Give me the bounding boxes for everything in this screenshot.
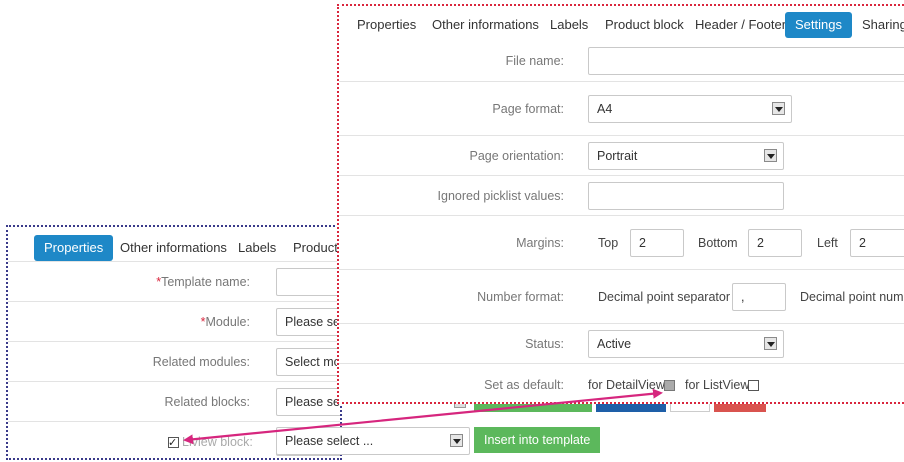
module-row: *Module: Please se — [8, 301, 340, 341]
tab-product-block[interactable]: Product b — [283, 235, 340, 261]
related-blocks-row: Related blocks: Please se — [8, 381, 340, 421]
set-default-label: Set as default: — [484, 378, 564, 392]
tab-header-footer[interactable]: Header / Footer — [685, 12, 796, 38]
chevron-down-icon — [772, 102, 785, 115]
page-orientation-select[interactable]: Portrait — [588, 142, 784, 170]
module-label: *Module: — [200, 315, 250, 329]
related-blocks-select[interactable]: Please se — [276, 388, 340, 416]
related-modules-select[interactable]: Select mo — [276, 348, 340, 376]
number-format-label: Number format: — [477, 290, 564, 304]
file-name-row: File name: — [339, 41, 904, 81]
related-blocks-label: Related blocks: — [164, 395, 250, 409]
listview-checkbox[interactable] — [748, 380, 759, 391]
margin-bottom-label: Bottom — [698, 236, 738, 250]
file-name-input[interactable] — [588, 47, 904, 75]
module-select[interactable]: Please se — [276, 308, 340, 336]
margins-label: Margins: — [516, 236, 564, 250]
ignored-picklist-row: Ignored picklist values: — [339, 175, 904, 215]
template-name-label: *Template name: — [156, 275, 250, 289]
decimal-separator-label: Decimal point separator — [598, 290, 731, 304]
page-format-value: A4 — [597, 102, 613, 116]
green-button-strip — [474, 404, 592, 412]
ignored-picklist-label: Ignored picklist values: — [437, 189, 564, 203]
checkmark-icon: ✓ — [168, 437, 178, 449]
margin-bottom-input[interactable]: 2 — [748, 229, 802, 257]
chevron-down-icon — [764, 337, 777, 350]
margin-left-label: Left — [817, 236, 838, 250]
properties-panel: Properties Other informations Labels Pro… — [6, 225, 342, 460]
tab-sharing[interactable]: Sharing — [852, 12, 904, 38]
set-default-row: Set as default: for DetailView for ListV… — [339, 363, 904, 402]
tab-properties[interactable]: Properties — [347, 12, 426, 38]
ignored-picklist-input[interactable] — [588, 182, 784, 210]
red-button-strip — [714, 404, 766, 412]
margin-top-input[interactable]: 2 — [630, 229, 684, 257]
detailview-label: for DetailView — [588, 378, 665, 392]
listview-label: for ListView — [685, 378, 750, 392]
status-row: Status: Active — [339, 323, 904, 363]
margin-left-input[interactable]: 2 — [850, 229, 904, 257]
properties-tab-bar: Properties Other informations Labels Pro… — [8, 233, 340, 263]
page-orientation-row: Page orientation: Portrait — [339, 135, 904, 175]
tab-product-block[interactable]: Product block — [595, 12, 694, 38]
tab-other-informations[interactable]: Other informations — [422, 12, 549, 38]
tab-settings[interactable]: Settings — [785, 12, 852, 38]
page-orientation-label: Page orientation: — [469, 149, 564, 163]
page-format-label: Page format: — [492, 102, 564, 116]
tab-labels[interactable]: Labels — [540, 12, 598, 38]
number-format-row: Number format: Decimal point separator ,… — [339, 269, 904, 323]
page-orientation-value: Portrait — [597, 149, 638, 163]
decimal-separator-input[interactable]: , — [732, 283, 786, 311]
decimal-numbers-label: Decimal point numbe — [800, 290, 904, 304]
settings-panel: Properties Other informations Labels Pro… — [337, 4, 904, 404]
margins-row: Margins: Top 2 Bottom 2 Left 2 — [339, 215, 904, 269]
page-format-row: Page format: A4 — [339, 81, 904, 135]
listview-block-select-overflow[interactable]: Please select ... — [276, 427, 470, 455]
status-value: Active — [597, 337, 632, 351]
tab-properties[interactable]: Properties — [34, 235, 114, 261]
status-select[interactable]: Active — [588, 330, 784, 358]
detailview-checkbox[interactable] — [664, 380, 675, 391]
margin-top-label: Top — [598, 236, 619, 250]
template-name-row: *Template name: — [8, 261, 340, 301]
insert-into-template-button-overflow[interactable]: Insert into template — [474, 427, 601, 453]
related-modules-label: Related modules: — [152, 355, 250, 369]
tab-labels[interactable]: Labels — [228, 235, 286, 261]
tab-other-informations[interactable]: Other informations — [110, 235, 237, 261]
file-name-label: File name: — [505, 54, 564, 68]
settings-tab-bar: Properties Other informations Labels Pro… — [339, 10, 904, 40]
related-modules-row: Related modules: Select mo — [8, 341, 340, 381]
listview-block-select-overflow-value: Please select ... — [285, 434, 374, 448]
blue-button-strip — [596, 404, 666, 412]
chevron-down-icon — [450, 434, 463, 447]
template-name-input[interactable] — [276, 268, 340, 296]
status-label: Status: — [525, 337, 564, 351]
chevron-down-icon — [764, 149, 777, 162]
page-format-select[interactable]: A4 — [588, 95, 792, 123]
white-button-strip — [670, 404, 710, 412]
listview-block-label: Liview block: — [182, 435, 253, 449]
